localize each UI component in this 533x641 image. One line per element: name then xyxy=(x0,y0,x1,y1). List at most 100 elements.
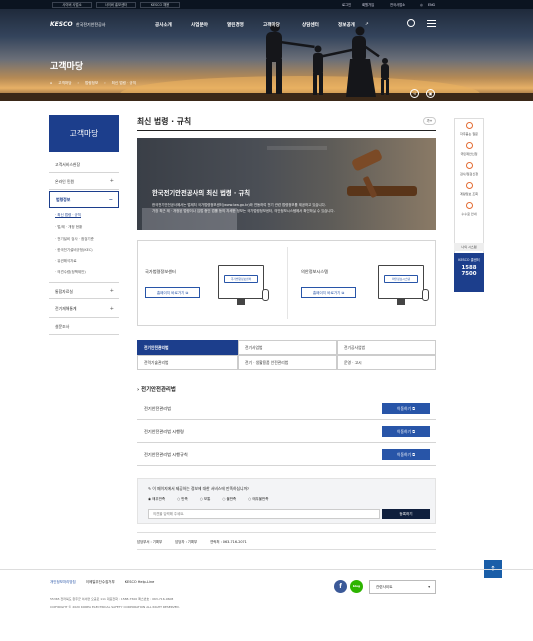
contact-person: 담당자 : 기획부 xyxy=(175,540,198,544)
sidebar-item-survey[interactable]: 설문조사 xyxy=(49,318,119,335)
inspection-icon xyxy=(465,162,473,169)
page-title: 최신 법령 · 규칙 xyxy=(137,117,192,126)
table-row: 전기안전관리법 시행규칙 이동하기 ⧉ xyxy=(137,444,436,466)
go-button[interactable]: 이동하기 ⧉ xyxy=(382,449,430,460)
sidebar-item-archive[interactable]: 통합자료실 + xyxy=(49,282,119,299)
monitor-icon: 국가법령정보센터 xyxy=(218,265,264,299)
font-size-toggle[interactable]: 가+ xyxy=(423,117,436,125)
call-center: KESCO 콜센터 1588 7500 xyxy=(454,253,484,292)
search-icon[interactable] xyxy=(407,19,415,27)
banner-description: 한국전기안전공사에서는 법제처 국가법령정보센터(www.law.go.kr)와… xyxy=(152,203,335,213)
tab-construction-act[interactable]: 전기공사업법 xyxy=(337,340,436,355)
phone-line2: 7500 xyxy=(461,271,477,277)
nav-about[interactable]: 공사소개 xyxy=(155,22,172,28)
sidebar-item-legal-info[interactable]: 법령정보 − xyxy=(49,191,119,208)
sidebar-sub-law-status[interactable]: · 법/제 · 개정 현황 xyxy=(55,225,82,230)
sidebar-item-charter[interactable]: 고객서비스헌장 xyxy=(49,156,119,173)
nav-customer[interactable]: 고객마당 xyxy=(263,22,280,28)
sidebar-item-disaster-stats[interactable]: 전기재해통계 + xyxy=(49,300,119,318)
privacy-link[interactable]: 개인정보처리방침 xyxy=(50,580,76,585)
plus-icon: + xyxy=(109,288,114,294)
footer-copyright: COPYRIGHT © 2020 KOREA ELECTRICAL SAFETY… xyxy=(50,605,180,609)
english-link[interactable]: ENG xyxy=(428,2,435,8)
survey-question: ✎ 이 페이지에서 제공하는 정보에 대한 서비스에 만족하십니까? xyxy=(148,486,249,491)
survey-options: ◉ 매우만족 ○ 만족 ○ 보통 ○ 불만족 ○ 매우불만족 xyxy=(148,497,268,502)
bill-system-button[interactable]: 홈페이지 바로가기 ⧉ xyxy=(301,287,356,298)
go-button[interactable]: 이동하기 ⧉ xyxy=(382,426,430,437)
submit-button[interactable]: 등록하기 xyxy=(382,509,430,519)
cyber-office-tab[interactable]: 사이버 사업소 xyxy=(52,1,92,8)
offices-link[interactable]: 전국사업소 xyxy=(390,2,405,8)
title-divider xyxy=(137,130,436,131)
home-icon[interactable]: ⌂ xyxy=(50,81,52,86)
breadcrumb: ⌂ 고객마당 › 법령정보 › 최신 법령 · 규칙 xyxy=(50,81,137,86)
monitor-stand xyxy=(237,299,245,305)
plus-icon: + xyxy=(109,306,114,312)
breadcrumb-item[interactable]: 최신 법령 · 규칙 xyxy=(112,81,136,86)
tab-technology-act[interactable]: 전력기술관리법 xyxy=(137,355,238,370)
sidebar-sub-interpretation[interactable]: · 유권해석자료 xyxy=(55,259,77,264)
divider xyxy=(287,247,288,319)
quick-inspection[interactable]: 검사/점검신청 xyxy=(454,162,484,176)
section-title: › 전기안전관리법 xyxy=(137,387,176,393)
quick-proposal[interactable]: 국민제안신청 xyxy=(454,142,484,156)
email-refusal-link[interactable]: 이메일무단수집거부 xyxy=(86,580,115,585)
go-button[interactable]: 이동하기 ⧉ xyxy=(382,403,430,414)
logo-subtitle: 한국전기안전공사 xyxy=(76,22,106,27)
monitor-stand xyxy=(397,299,405,305)
tab-household-goods-act[interactable]: 전기 · 생활용품 안전관리법 xyxy=(238,355,337,370)
sidebar-sub-inspection-standard[interactable]: · 전기설비 검사 · 점검기준 xyxy=(55,237,94,242)
opinion-input[interactable] xyxy=(148,509,380,519)
link2-title: 의안정보시스템 xyxy=(301,269,328,274)
logo[interactable]: KESCO xyxy=(50,21,73,28)
quick-meter[interactable]: 계량정보 조회 xyxy=(454,182,484,196)
contact-info: 담당부서 : 기획부 담당자 : 기획부 연락처 : 063-716-2071 xyxy=(137,532,436,550)
chevron-down-icon: ▾ xyxy=(428,585,430,589)
nav-business[interactable]: 사업분야 xyxy=(191,22,208,28)
radio-satisfied[interactable]: ○ 만족 xyxy=(177,497,188,502)
nav-consult[interactable]: 상담센터 xyxy=(302,22,319,28)
nav-info-disclosure[interactable]: 정보공개 xyxy=(338,22,355,28)
top-utility-bar: 사이버 사업소 사이버 홍보센터 KESCO 채용 로그인 회원가입 전국사업소… xyxy=(0,0,533,9)
quick-faq[interactable]: 자주묻는 질문 xyxy=(454,122,484,136)
login-link[interactable]: 로그인 xyxy=(342,2,351,8)
sidebar-sub-latest-law[interactable]: · 최신 법령 · 규칙 xyxy=(55,213,81,218)
law-name: 전기안전관리법 시행규칙 xyxy=(144,452,188,457)
fee-icon xyxy=(465,202,473,209)
share-icon[interactable]: ⋖ xyxy=(410,89,419,98)
recruit-tab[interactable]: KESCO 채용 xyxy=(140,1,180,8)
nav-open-management[interactable]: 열린경영 xyxy=(227,22,244,28)
signup-link[interactable]: 회원가입 xyxy=(362,2,374,8)
radio-very-satisfied[interactable]: ◉ 매우만족 xyxy=(148,497,165,502)
tab-electrical-safety-act[interactable]: 전기안전관리법 xyxy=(137,340,238,355)
banner-title: 한국전기안전공사의 최신 법령 · 규칙 xyxy=(152,190,251,197)
proposal-icon xyxy=(465,142,473,149)
menu-icon[interactable] xyxy=(427,20,436,27)
quick-fee[interactable]: 수수료 안내 xyxy=(454,202,484,216)
breadcrumb-item[interactable]: 고객마당 xyxy=(58,81,71,86)
tab-electric-utility-act[interactable]: 전기사업법 xyxy=(238,340,337,355)
sidebar-sub-opinion[interactable]: · 의견수렴(정책제안) xyxy=(55,270,86,275)
radio-dissatisfied[interactable]: ○ 불만족 xyxy=(222,497,236,502)
law-name: 전기안전관리법 시행령 xyxy=(144,429,184,434)
law-center-button[interactable]: 홈페이지 바로가기 ⧉ xyxy=(145,287,200,298)
radio-neutral[interactable]: ○ 보통 xyxy=(200,497,211,502)
monitor-icon: 의안정보시스템 xyxy=(378,265,424,299)
breadcrumb-item[interactable]: 법령정보 xyxy=(85,81,98,86)
helpline-link[interactable]: KESCO Help-Line xyxy=(125,580,155,585)
plus-icon: + xyxy=(109,178,114,184)
cyber-pr-tab[interactable]: 사이버 홍보센터 xyxy=(96,1,136,8)
link1-title: 국가법령정보센터 xyxy=(145,269,176,274)
meter-icon xyxy=(465,182,473,189)
related-site-select[interactable]: 관련사이트 ▾ xyxy=(369,580,436,594)
sidebar-sub-kec[interactable]: · 한국전기설비규정(KEC) xyxy=(55,248,93,253)
print-icon[interactable]: ▣ xyxy=(426,89,435,98)
tab-notices[interactable]: 운영 · 고시 xyxy=(337,355,436,370)
facebook-icon[interactable]: f xyxy=(334,580,347,593)
mouse-icon xyxy=(422,289,429,301)
blog-icon[interactable]: blog xyxy=(350,580,363,593)
radio-very-dissatisfied[interactable]: ○ 매우불만족 xyxy=(248,497,268,502)
sidebar-item-online-complaint[interactable]: 온라인 민원 + xyxy=(49,173,119,190)
mouse-icon xyxy=(262,289,269,301)
my-system-link[interactable]: 나의 시스템 xyxy=(454,243,484,251)
